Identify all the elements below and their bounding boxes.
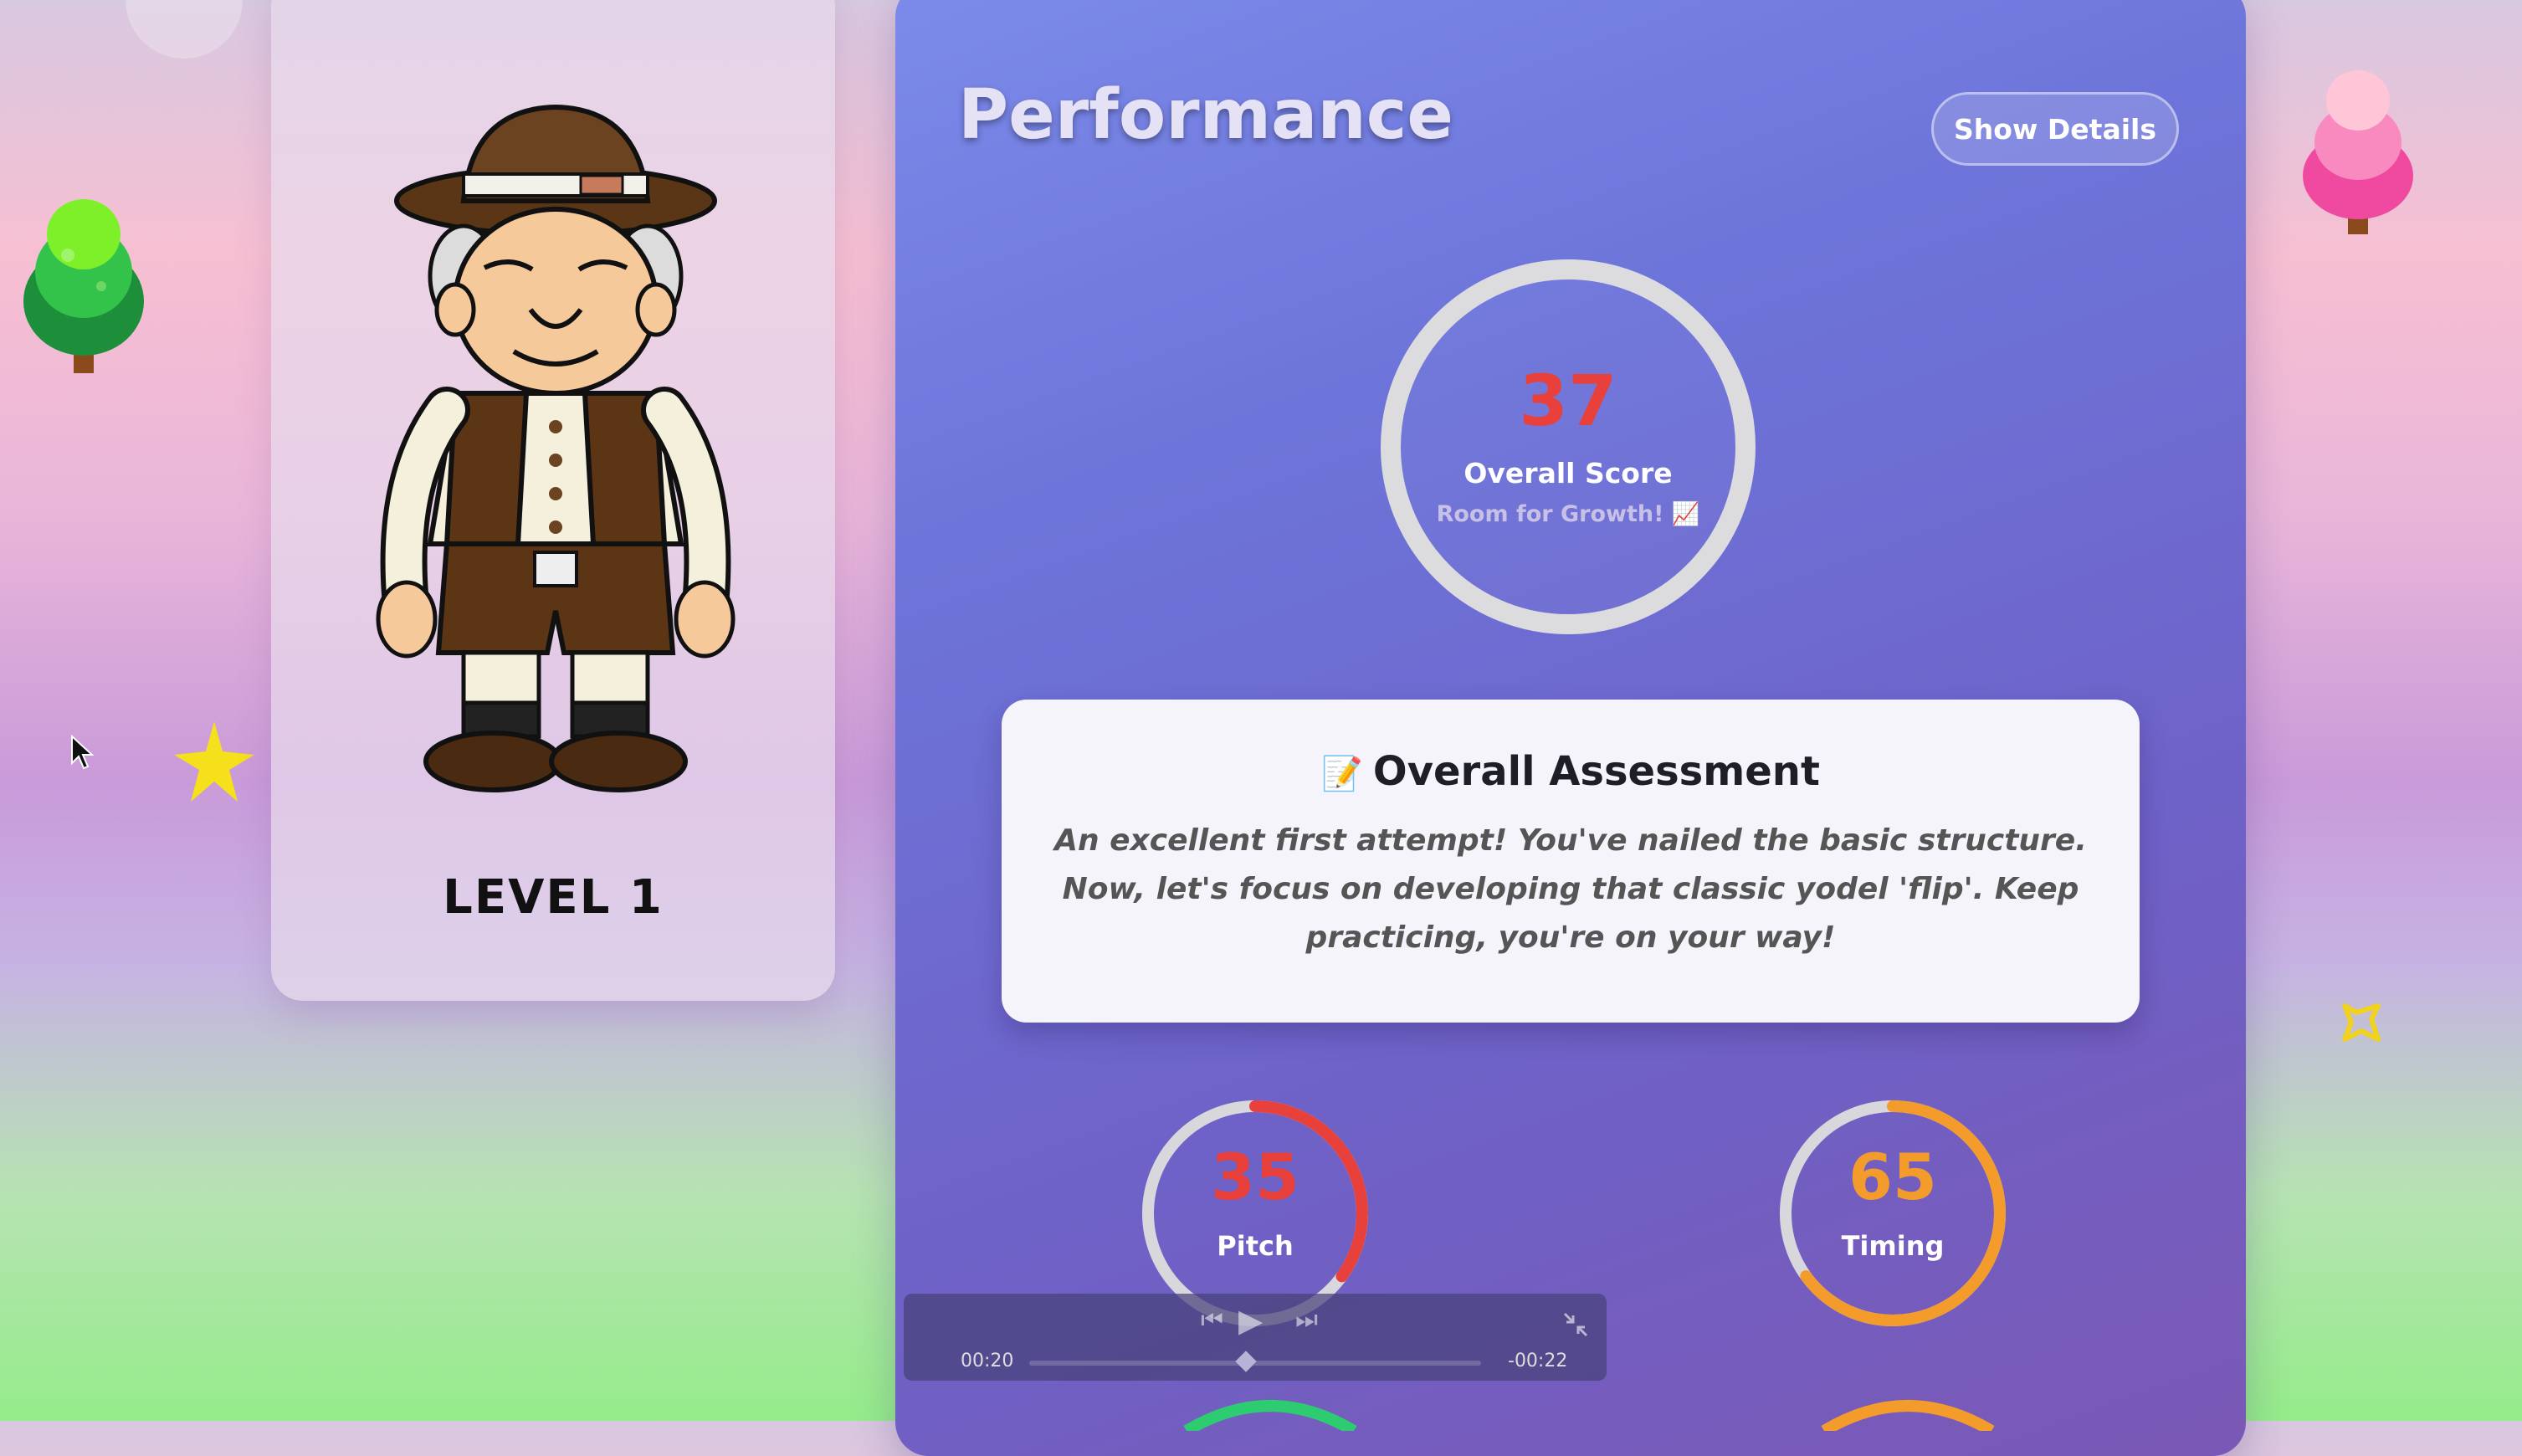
sparkle-icon bbox=[2342, 1003, 2381, 1042]
timing-score-value: 65 bbox=[1848, 1140, 1937, 1214]
skip-forward-icon[interactable]: ⏭ bbox=[1295, 1305, 1318, 1335]
show-details-button[interactable]: Show Details bbox=[1931, 92, 2179, 166]
pitch-score-value: 35 bbox=[1211, 1140, 1299, 1214]
play-icon[interactable]: ▶ bbox=[1238, 1302, 1263, 1339]
page-title: Performance bbox=[958, 75, 1453, 155]
overall-score-ring: 37 Overall Score Room for Growth! 📈 bbox=[1381, 259, 1756, 634]
timing-score-ring: 65 Timing bbox=[1776, 1096, 2010, 1330]
performance-panel: Performance Show Details 37 Overall Scor… bbox=[895, 0, 2246, 1456]
mouse-cursor-icon bbox=[71, 735, 95, 770]
assessment-heading: 📝 Overall Assessment bbox=[1002, 748, 2140, 795]
overall-score-subtitle: Room for Growth! 📈 bbox=[1436, 501, 1700, 527]
memo-icon: 📝 bbox=[1321, 755, 1363, 793]
overall-assessment-card: 📝 Overall Assessment An excellent first a… bbox=[1002, 700, 2140, 1023]
pitch-score-label: Pitch bbox=[1217, 1230, 1294, 1262]
yellow-star-icon bbox=[174, 721, 254, 802]
next-metric-ring-green bbox=[1183, 1400, 1357, 1431]
green-tree-icon bbox=[23, 199, 144, 373]
yodeler-character-illustration bbox=[376, 104, 736, 792]
pink-tree-icon bbox=[2303, 70, 2413, 234]
seek-thumb[interactable] bbox=[1235, 1351, 1257, 1372]
assessment-title: Overall Assessment bbox=[1372, 748, 1820, 795]
timing-score-label: Timing bbox=[1841, 1230, 1945, 1262]
overall-score-label: Overall Score bbox=[1463, 457, 1673, 490]
remaining-time: -00:22 bbox=[1508, 1351, 1568, 1371]
next-metric-ring-orange bbox=[1821, 1400, 1995, 1431]
overall-score-value: 37 bbox=[1519, 360, 1617, 442]
level-label: LEVEL 1 bbox=[443, 870, 664, 925]
skip-back-icon[interactable]: ⏮ bbox=[1201, 1305, 1223, 1335]
background-bubble bbox=[126, 0, 243, 59]
assessment-text: An excellent first attempt! You've naile… bbox=[1054, 823, 2087, 955]
overall-score-track bbox=[1381, 259, 1756, 634]
elapsed-time: 00:20 bbox=[961, 1351, 1014, 1371]
character-card: LEVEL 1 bbox=[271, 0, 835, 1001]
media-player-bar[interactable]: ⏮ ▶ ⏭ 00:20 -00:22 bbox=[904, 1294, 1607, 1381]
exit-fullscreen-icon[interactable] bbox=[1561, 1310, 1590, 1339]
